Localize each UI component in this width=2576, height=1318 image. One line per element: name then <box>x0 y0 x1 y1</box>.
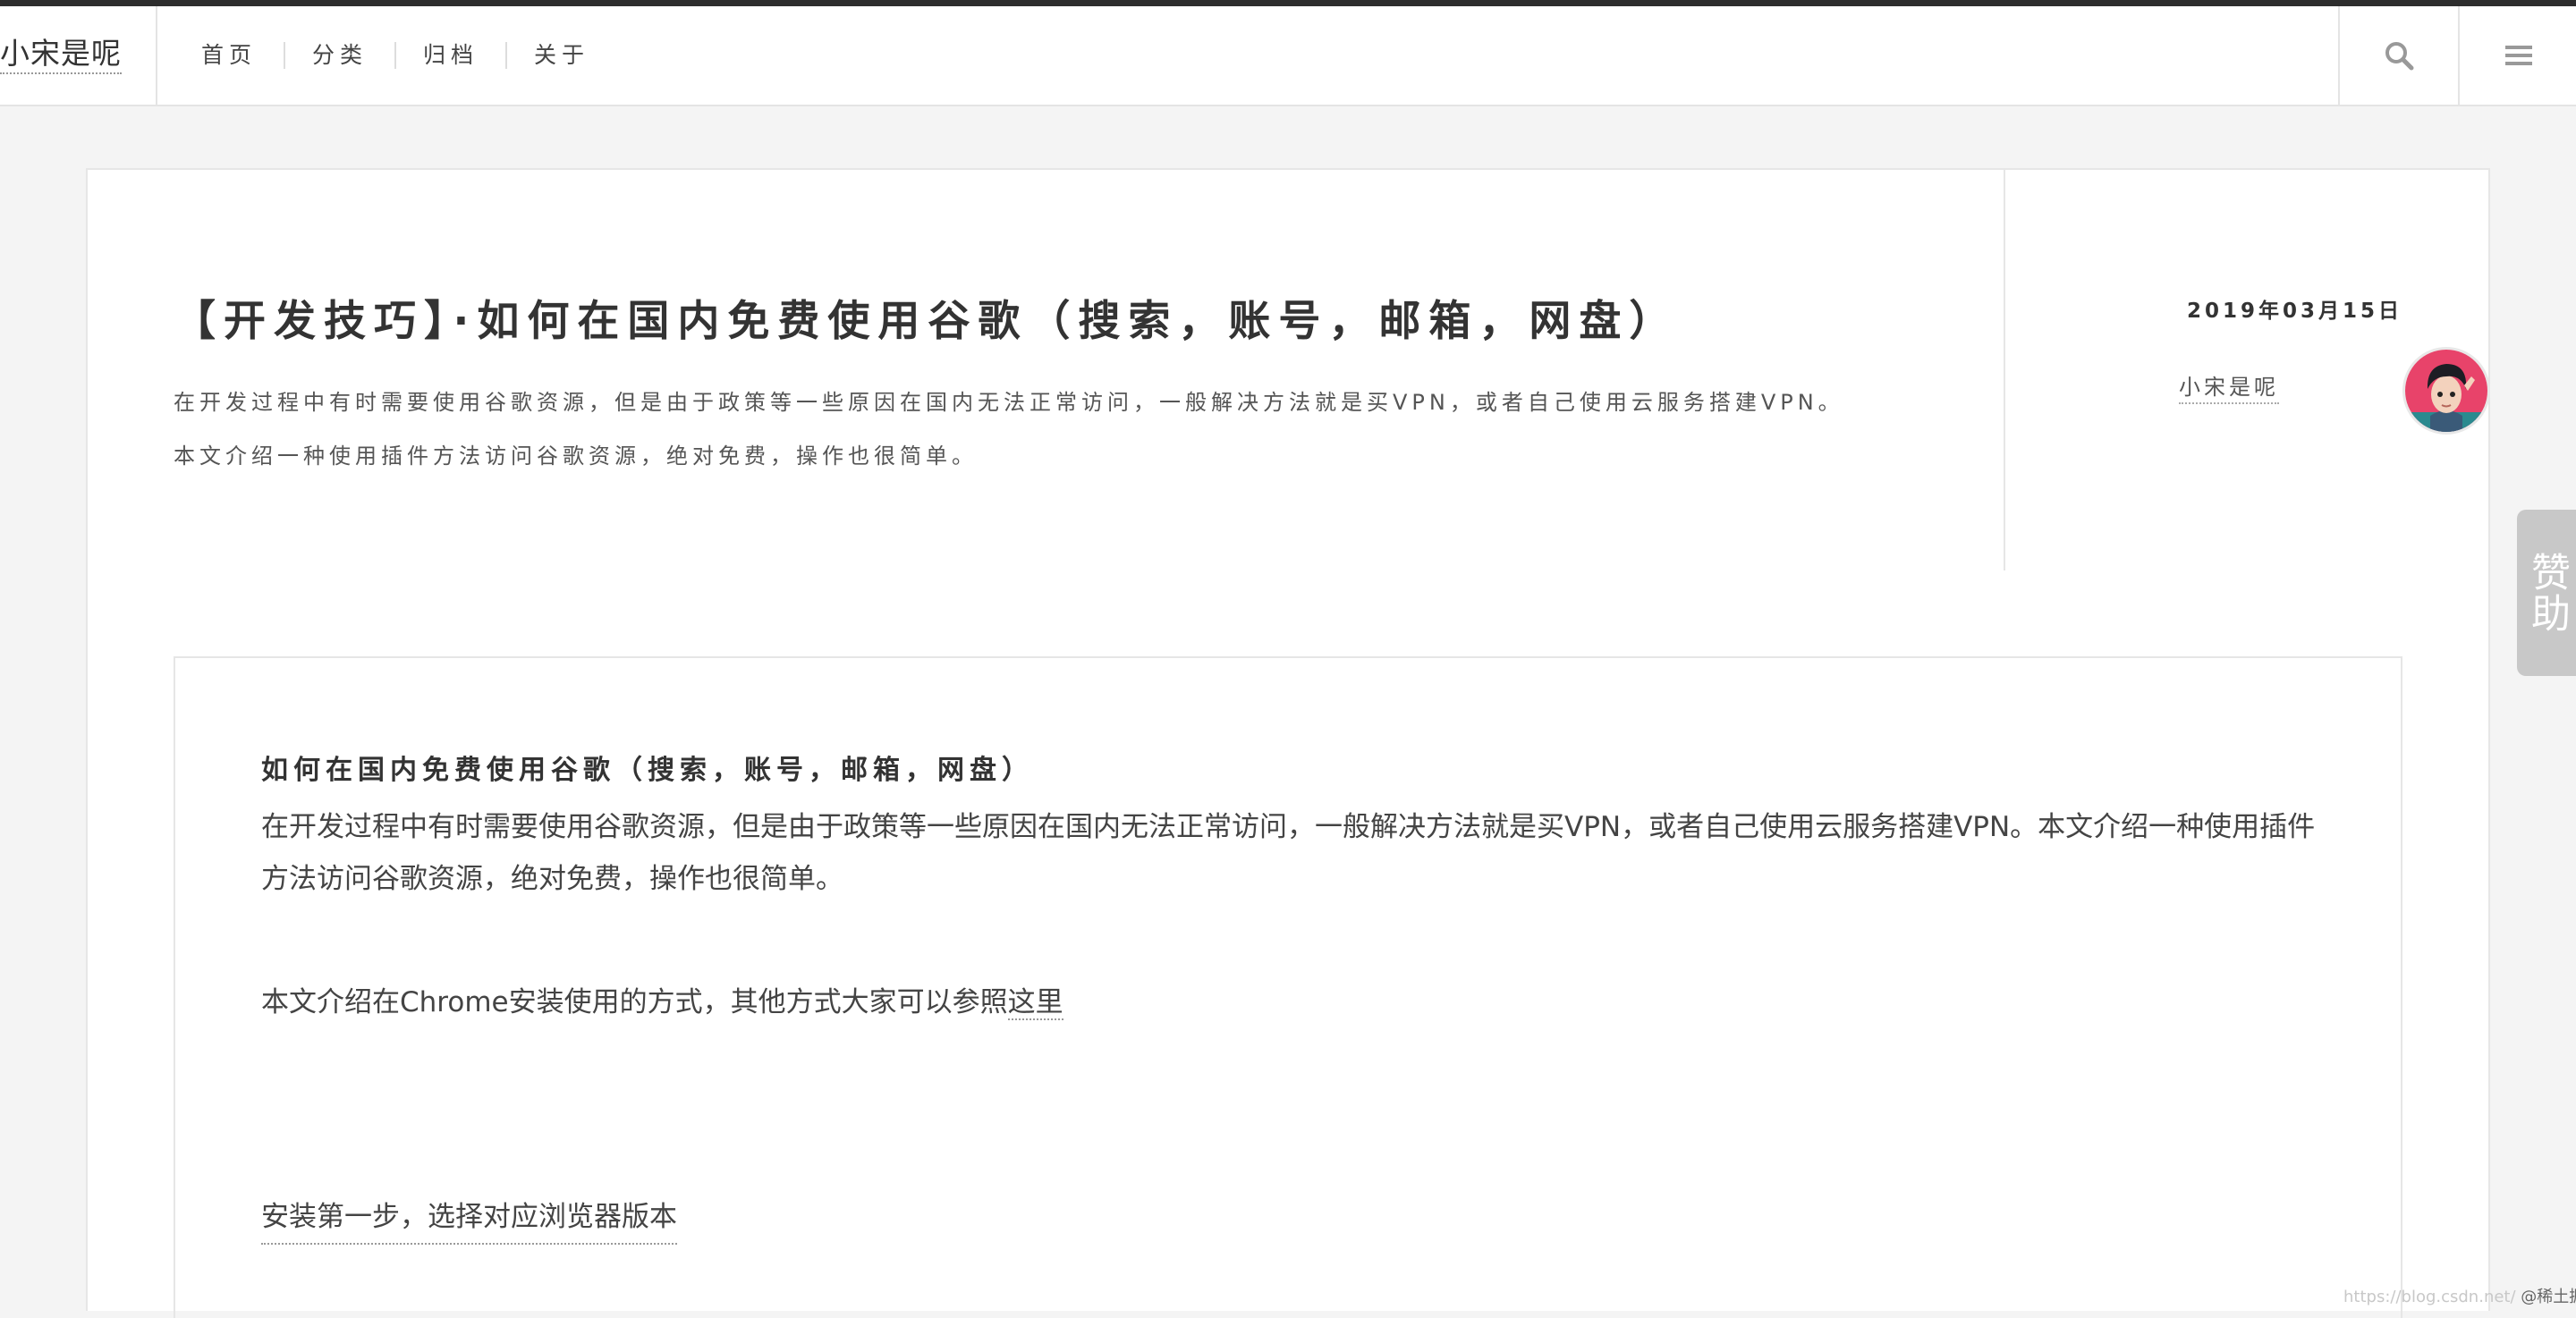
content-paragraph-text: 本文介绍在Chrome安装使用的方式，其他方式大家可以参照 <box>261 986 1008 1018</box>
content-paragraph: 在开发过程中有时需要使用谷歌资源，但是由于政策等一些原因在国内无法正常访问，一般… <box>261 811 2316 895</box>
author-name-link[interactable]: 小宋是呢 <box>2179 372 2279 404</box>
watermark-url: https://blog.csdn.net/ <box>2343 1288 2516 1306</box>
brand-block: 小宋是呢 <box>0 6 157 105</box>
top-dark-strip <box>0 0 2576 6</box>
hamburger-menu-icon <box>2505 46 2532 65</box>
post-excerpt: 在开发过程中有时需要使用谷歌资源，但是由于政策等一些原因在国内无法正常访问，一般… <box>174 376 1980 483</box>
donate-label: 赞助 <box>2524 552 2570 634</box>
content-heading: 如何在国内免费使用谷歌（搜索，账号，邮箱，网盘） <box>261 755 1034 786</box>
main-nav: 首页 分类 归档 关于 <box>179 6 616 105</box>
search-button[interactable] <box>2338 6 2458 105</box>
watermark: https://blog.csdn.net/ @稀土掘金技术社区 <box>2343 1284 2576 1307</box>
avatar-illustration-icon <box>2405 350 2487 432</box>
brand-link[interactable]: 小宋是呢 <box>0 35 122 74</box>
site-header: 小宋是呢 首页 分类 归档 关于 <box>0 6 2576 106</box>
post-title[interactable]: 【开发技巧】·如何在国内免费使用谷歌（搜索，账号，邮箱，网盘） <box>174 286 1679 348</box>
nav-item-categories[interactable]: 分类 <box>284 42 394 69</box>
post-excerpt-line: 本文介绍一种使用插件方法访问谷歌资源，绝对免费，操作也很简单。 <box>174 444 978 469</box>
nav-item-about[interactable]: 关于 <box>505 42 616 69</box>
content-paragraph: 本文介绍在Chrome安装使用的方式，其他方式大家可以参照这里 <box>261 976 1063 1028</box>
post-header-card: 【开发技巧】·如何在国内免费使用谷歌（搜索，账号，邮箱，网盘） 在开发过程中有时… <box>86 168 2490 572</box>
reference-link[interactable]: 这里 <box>1007 986 1063 1020</box>
author-avatar[interactable] <box>2402 347 2490 435</box>
search-icon <box>2385 42 2414 71</box>
nav-item-archives[interactable]: 归档 <box>394 42 505 69</box>
article-content: 如何在国内免费使用谷歌（搜索，账号，邮箱，网盘） 在开发过程中有时需要使用谷歌资… <box>174 656 2402 1318</box>
donate-tab[interactable]: 赞助 <box>2517 510 2576 676</box>
nav-item-home[interactable]: 首页 <box>179 42 284 69</box>
post-body-card: 如何在国内免费使用谷歌（搜索，账号，邮箱，网盘） 在开发过程中有时需要使用谷歌资… <box>86 570 2490 1318</box>
post-date: 2019年03月15日 <box>2186 300 2402 323</box>
header-divider <box>2004 170 2005 570</box>
watermark-label: @稀土掘金技术社区 <box>2521 1288 2576 1306</box>
step1-link[interactable]: 安装第一步，选择对应浏览器版本 <box>261 1191 677 1245</box>
menu-button[interactable] <box>2458 6 2576 105</box>
post-excerpt-line: 在开发过程中有时需要使用谷歌资源，但是由于政策等一些原因在国内无法正常访问，一般… <box>174 390 1844 415</box>
